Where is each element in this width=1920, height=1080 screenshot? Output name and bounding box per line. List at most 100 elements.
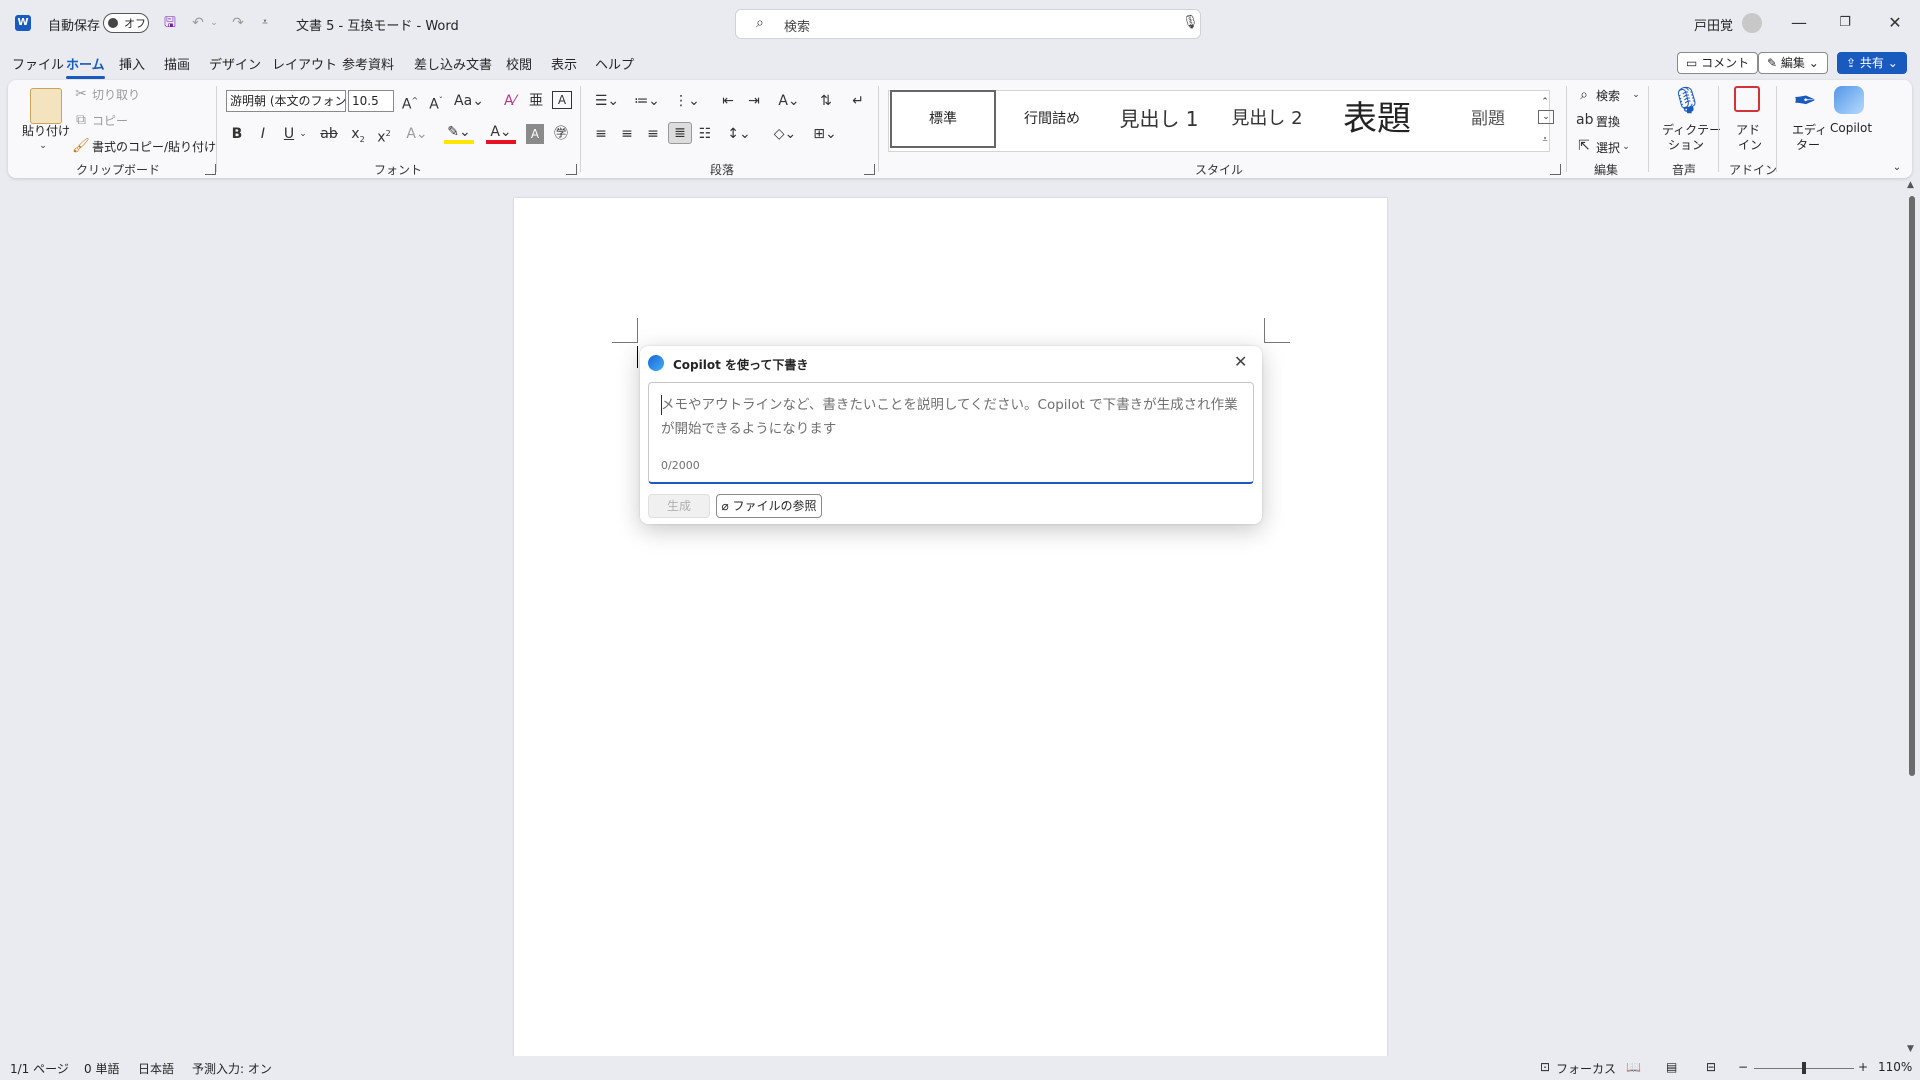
tab-design[interactable]: デザイン [209,54,261,73]
font-size-dropdown[interactable]: 10.5 [348,90,394,112]
styles-scroll-down-icon[interactable]: ⌄ [1538,110,1554,124]
tab-help[interactable]: ヘルプ [595,54,634,73]
user-name[interactable]: 戸田覚 [1694,15,1733,34]
comment-button[interactable]: ▭ コメント [1677,52,1759,74]
focus-mode-button[interactable]: フォーカス [1556,1060,1616,1077]
justify-icon[interactable]: ≣ [668,122,692,144]
select-dropdown-icon[interactable]: ⌄ [1620,137,1632,157]
autosave-toggle[interactable]: オフ [103,13,149,33]
customize-qat-icon[interactable]: ⩡ [258,13,272,33]
character-shading-icon[interactable]: A [526,124,544,144]
align-right-icon[interactable]: ≡ [644,124,662,144]
style-heading-2[interactable]: 見出し 2 [1214,90,1320,148]
avatar[interactable] [1742,13,1762,33]
styles-scroll-up-icon[interactable]: ⌃ [1538,92,1552,112]
italic-icon[interactable]: I [254,124,272,144]
scrollbar-thumb[interactable] [1909,196,1915,776]
style-title[interactable]: 表題 [1322,90,1432,148]
decrease-indent-icon[interactable]: ⇤ [718,91,738,111]
numbering-icon[interactable]: ≔⌄ [632,91,662,111]
style-normal[interactable]: 標準 [890,90,996,148]
strikethrough-icon[interactable]: ab [318,124,340,144]
editor-icon[interactable]: ✒ [1790,84,1820,118]
asian-layout-icon[interactable]: A⌄ [774,91,804,111]
undo-icon[interactable]: ↶ [188,13,208,33]
collapse-ribbon-icon[interactable]: ⌄ [1890,158,1904,178]
zoom-out-icon[interactable]: − [1738,1060,1748,1074]
save-icon[interactable]: 🖫 [160,13,180,33]
increase-indent-icon[interactable]: ⇥ [744,91,764,111]
tab-insert[interactable]: 挿入 [119,54,145,73]
predictive-text-status[interactable]: 予測入力: オン [192,1060,272,1077]
tab-mailings[interactable]: 差し込み文書 [414,54,492,73]
align-left-icon[interactable]: ≡ [592,124,610,144]
highlight-color-icon[interactable]: ✎⌄ [444,124,474,144]
style-subtitle[interactable]: 副題 [1434,90,1542,148]
scroll-up-icon[interactable]: ▲ [1907,180,1914,190]
copilot-ribbon-button[interactable]: Copilot [1830,121,1872,135]
sort-icon[interactable]: ⇅ [816,91,836,111]
undo-dropdown-icon[interactable]: ⌄ [208,13,220,33]
copilot-prompt-input[interactable]: メモやアウトラインなど、書きたいことを説明してください。Copilot で下書き… [648,382,1254,484]
style-heading-1[interactable]: 見出し 1 [1106,90,1212,148]
tab-draw[interactable]: 描画 [164,54,190,73]
focus-icon[interactable]: ⊡ [1540,1060,1550,1074]
web-layout-icon[interactable]: ⊟ [1706,1060,1716,1074]
show-formatting-marks-icon[interactable]: ↵ [848,91,868,111]
word-count[interactable]: 0 単語 [84,1060,119,1077]
superscript-icon[interactable]: x2 [374,124,394,148]
paragraph-launcher-icon[interactable] [864,164,875,175]
tab-layout[interactable]: レイアウト [272,54,337,73]
bullets-icon[interactable]: ☰⌄ [592,91,622,111]
zoom-in-icon[interactable]: + [1858,1060,1868,1074]
print-layout-icon[interactable]: ▤ [1666,1060,1677,1074]
edit-mode-button[interactable]: ✎ 編集 ⌄ [1758,52,1828,74]
vertical-scrollbar[interactable]: ▲ ▼ [1906,180,1918,1060]
minimize-icon[interactable]: — [1776,0,1822,46]
clear-formatting-icon[interactable]: A⁄ [500,91,520,111]
read-mode-icon[interactable]: 📖 [1626,1060,1641,1074]
reference-file-button[interactable]: ⌀ ファイルの参照 [716,494,822,518]
borders-icon[interactable]: ⊞⌄ [810,124,840,144]
enclose-characters-icon[interactable]: ㊫ [552,124,570,144]
subscript-icon[interactable]: x2 [348,124,368,150]
underline-dropdown-icon[interactable]: ⌄ [298,124,308,144]
line-spacing-icon[interactable]: ↕⌄ [724,124,754,144]
copilot-ribbon-icon[interactable] [1834,86,1864,114]
change-case-icon[interactable]: Aa⌄ [454,91,484,111]
zoom-level[interactable]: 110% [1878,1060,1912,1074]
shading-icon[interactable]: ◇⌄ [770,124,800,144]
copy-button[interactable]: コピー [92,112,128,129]
restore-icon[interactable]: ❐ [1822,0,1868,46]
styles-launcher-icon[interactable] [1550,164,1561,175]
format-painter-button[interactable]: 書式のコピー/貼り付け [92,138,216,155]
find-dropdown-icon[interactable]: ⌄ [1630,85,1642,105]
zoom-slider-thumb[interactable] [1802,1062,1806,1074]
page-count[interactable]: 1/1 ページ [10,1060,69,1077]
font-color-icon[interactable]: A⌄ [486,124,516,144]
tab-home[interactable]: ホーム [66,54,105,79]
redo-icon[interactable]: ↷ [228,13,248,33]
addins-icon[interactable] [1734,86,1760,112]
paste-dropdown-icon[interactable]: ⌄ [38,136,48,156]
paste-icon[interactable] [30,88,62,124]
tab-references[interactable]: 参考資料 [342,54,394,73]
language-indicator[interactable]: 日本語 [138,1060,174,1077]
replace-button[interactable]: 置換 [1596,113,1620,130]
tab-review[interactable]: 校閲 [506,54,532,73]
tab-file[interactable]: ファイル [12,54,64,73]
tab-view[interactable]: 表示 [551,54,577,73]
align-center-icon[interactable]: ≡ [618,124,636,144]
dictate-dropdown-icon[interactable]: ⌄ [1694,134,1706,154]
style-no-spacing[interactable]: 行間詰め [1000,90,1104,148]
text-effects-icon[interactable]: A⌄ [404,124,430,144]
grow-font-icon[interactable]: A^ [400,91,420,115]
distributed-icon[interactable]: ☷ [696,124,714,144]
cut-button[interactable]: 切り取り [92,86,140,103]
close-icon[interactable]: ✕ [1234,352,1247,371]
phonetic-guide-icon[interactable]: 亜 [526,91,546,111]
share-button[interactable]: ⇪ 共有 ⌄ [1837,52,1907,74]
shrink-font-icon[interactable]: Aˇ [426,91,446,115]
generate-button[interactable]: 生成 [648,494,710,518]
bold-icon[interactable]: B [228,124,246,144]
